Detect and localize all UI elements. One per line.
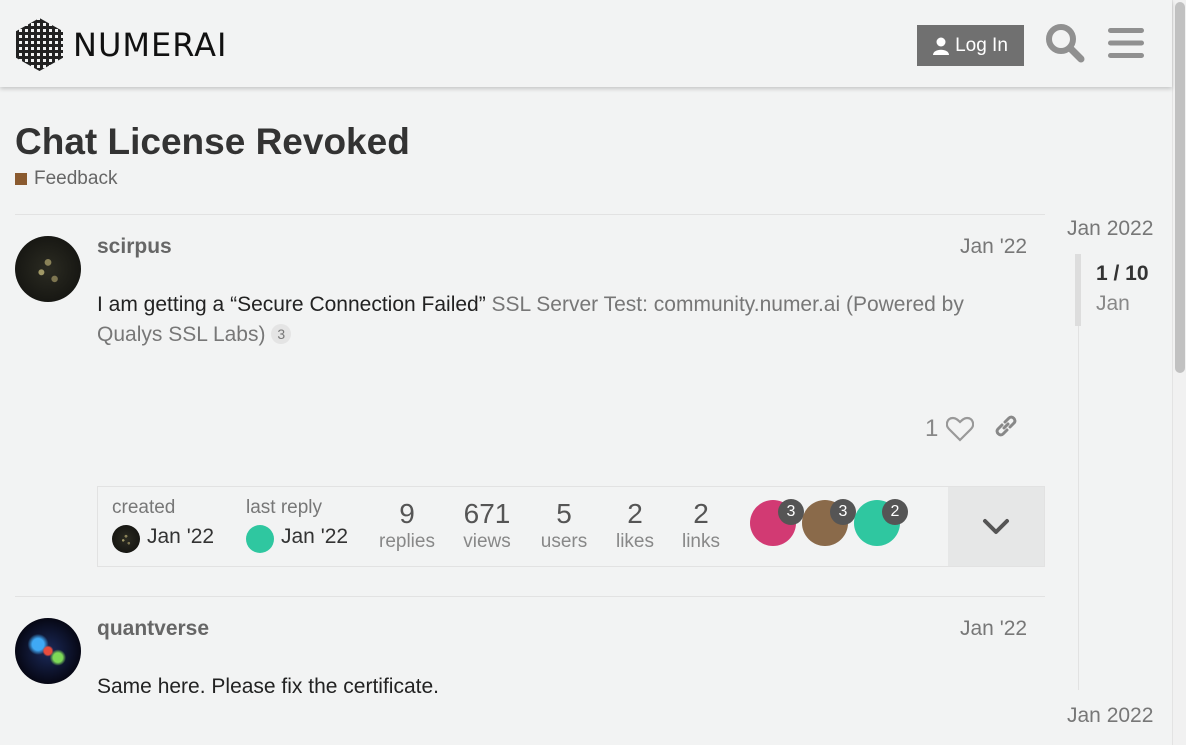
participant-post-count: 3 (778, 499, 804, 525)
post-text: Same here. Please fix the certificate. (97, 675, 439, 698)
participant-post-count: 3 (830, 499, 856, 525)
user-icon (933, 37, 950, 55)
stat-label: likes (615, 531, 654, 552)
post-actions: 1 (925, 412, 1020, 445)
stat-number: 671 (463, 498, 511, 529)
share-link-icon[interactable] (992, 412, 1020, 445)
participant-avatar[interactable]: 3 (802, 499, 856, 546)
chevron-down-icon (983, 518, 1009, 534)
timeline-position: 1 / 10 (1096, 262, 1149, 285)
timeline-end-date[interactable]: Jan 2022 (1067, 704, 1153, 728)
timeline-handle[interactable] (1075, 254, 1081, 326)
topic-last-reply[interactable]: last reply Jan '22 (246, 487, 366, 566)
stat-number: 5 (556, 498, 572, 529)
post-text: I am getting a “Secure Connection Failed… (97, 293, 492, 316)
numerai-logo[interactable]: NUMERAI (16, 18, 227, 71)
like-button[interactable]: 1 (925, 414, 975, 443)
site-header: NUMERAI Log In (0, 0, 1172, 87)
stat-label: links (681, 531, 720, 552)
created-label: created (112, 497, 176, 518)
timeline-position-date: Jan (1096, 292, 1130, 315)
topic-title[interactable]: Chat License Revoked (15, 121, 410, 163)
stat-label: views (463, 531, 511, 552)
stat-number: 2 (693, 498, 709, 529)
search-icon[interactable] (1044, 22, 1086, 64)
post-body: I am getting a “Secure Connection Failed… (97, 290, 1027, 350)
participant-avatar[interactable]: 3 (750, 499, 804, 546)
logo-text: NUMERAI (73, 25, 228, 64)
stat-users: 5 users (538, 497, 590, 553)
category-color-square (15, 173, 27, 185)
category-badge[interactable]: Feedback (15, 168, 117, 190)
category-label: Feedback (34, 168, 118, 189)
stat-label: users (540, 531, 588, 552)
participant-post-count: 2 (882, 499, 908, 525)
avatar (112, 525, 140, 553)
link-click-count: 3 (271, 324, 292, 344)
stat-likes: 2 likes (612, 497, 658, 553)
post-username[interactable]: quantverse (97, 617, 209, 641)
scrollbar-thumb[interactable] (1175, 2, 1185, 373)
topic-created[interactable]: created Jan '22 (112, 487, 232, 566)
numerai-logo-mark (16, 18, 63, 71)
post-username[interactable]: scirpus (97, 235, 172, 259)
expand-topic-map-button[interactable] (948, 487, 1044, 566)
stat-number: 2 (627, 498, 643, 529)
post-date[interactable]: Jan '22 (960, 235, 1027, 259)
post-divider (15, 214, 1045, 215)
stat-replies: 9 replies (378, 497, 436, 553)
stat-views: 671 views (456, 497, 518, 553)
timeline-start-date[interactable]: Jan 2022 (1067, 217, 1153, 241)
avatar[interactable] (15, 236, 81, 302)
login-label: Log In (955, 34, 1008, 56)
last-reply-date: Jan '22 (281, 525, 349, 548)
login-button[interactable]: Log In (917, 25, 1024, 66)
hamburger-icon[interactable] (1105, 22, 1147, 64)
avatar[interactable] (15, 618, 81, 684)
page-scrollbar[interactable] (1172, 0, 1186, 745)
avatar (246, 525, 274, 553)
stat-number: 9 (399, 498, 415, 529)
stat-label: replies (379, 531, 435, 552)
stat-links[interactable]: 2 links (680, 497, 722, 553)
created-date: Jan '22 (147, 525, 215, 548)
topic-map: created Jan '22 last reply Jan '22 9 rep… (97, 486, 1045, 567)
participant-avatar[interactable]: 2 (854, 499, 908, 546)
last-reply-label: last reply (246, 497, 323, 518)
post-date[interactable]: Jan '22 (960, 617, 1027, 641)
post-divider (15, 596, 1045, 597)
heart-icon (946, 416, 975, 442)
like-count: 1 (925, 414, 939, 442)
post-body: Same here. Please fix the certificate. (97, 672, 1027, 702)
